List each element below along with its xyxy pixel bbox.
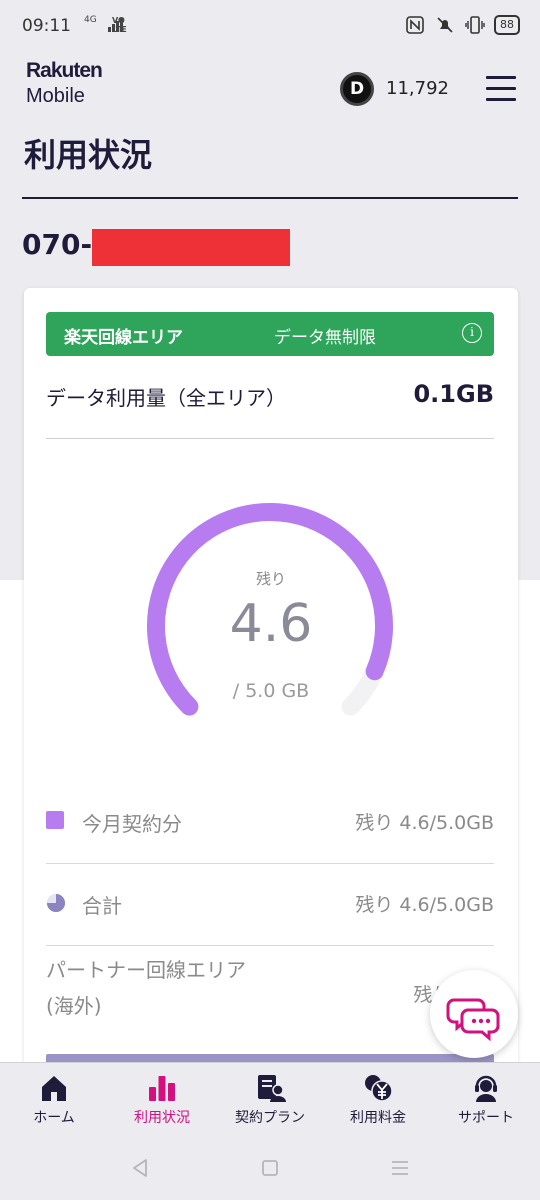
tab-support[interactable]: サポート bbox=[432, 1063, 540, 1134]
hamburger-menu-icon[interactable] bbox=[486, 76, 516, 102]
support-icon bbox=[475, 1075, 497, 1102]
pie-icon bbox=[47, 894, 65, 912]
chat-icon bbox=[446, 998, 500, 1042]
square-icon bbox=[46, 811, 64, 829]
list-item-partner[interactable]: パートナー回線エリア (海外) 残り 2.0/ bbox=[46, 946, 494, 1046]
contract-icon bbox=[258, 1075, 286, 1102]
area-plan: データ無制限 bbox=[274, 328, 376, 348]
row-value: 残り 4.6/5.0GB bbox=[355, 812, 494, 834]
usage-card: 楽天回線エリア データ無制限 i データ利用量（全エリア） 0.1GB 残り 4… bbox=[24, 288, 518, 1088]
gauge-remaining-label: 残り bbox=[255, 570, 286, 588]
network-type: 4G bbox=[84, 15, 97, 25]
gauge-remaining-value: 4.6 bbox=[229, 594, 313, 654]
info-icon[interactable]: i bbox=[462, 323, 482, 343]
logo-mobile[interactable]: Mobile bbox=[26, 85, 85, 108]
phone-number: 070- bbox=[22, 228, 93, 261]
bar-chart-icon bbox=[149, 1076, 175, 1101]
volte-bottom: LTE bbox=[112, 25, 127, 34]
battery-icon: 88 bbox=[494, 15, 520, 35]
tab-label: 利用状況 bbox=[134, 1110, 190, 1126]
nfc-icon bbox=[404, 14, 426, 36]
redacted-phone-digits bbox=[92, 229, 290, 266]
chat-button[interactable] bbox=[430, 970, 518, 1058]
tab-label: ホーム bbox=[33, 1110, 75, 1126]
list-item-monthly[interactable]: 今月契約分 残り 4.6/5.0GB bbox=[46, 782, 494, 864]
gauge-total: / 5.0 GB bbox=[232, 680, 310, 702]
volte-top: VO bbox=[112, 16, 125, 25]
row-label-line2: (海外) bbox=[46, 994, 102, 1018]
volte-indicator: VO LTE bbox=[112, 16, 127, 34]
row-label-line1: パートナー回線エリア bbox=[46, 958, 246, 982]
mute-icon bbox=[434, 14, 456, 36]
status-time: 09:11 bbox=[22, 16, 71, 36]
recents-icon[interactable] bbox=[388, 1156, 412, 1180]
row-label: 今月契約分 bbox=[82, 812, 182, 836]
fee-icon bbox=[365, 1075, 393, 1102]
points-value[interactable]: 11,792 bbox=[386, 78, 449, 99]
tab-label: サポート bbox=[458, 1110, 514, 1126]
tab-label: 利用料金 bbox=[350, 1110, 406, 1126]
usage-divider bbox=[46, 438, 494, 439]
app-header: Rakuten Mobile D 11,792 bbox=[0, 52, 540, 124]
system-nav-bar bbox=[0, 1134, 540, 1200]
row-value: 残り 4.6/5.0GB bbox=[355, 894, 494, 916]
row-label: パートナー回線エリア (海外) bbox=[46, 952, 246, 1024]
tab-home[interactable]: ホーム bbox=[0, 1063, 108, 1134]
points-icon[interactable]: D bbox=[340, 72, 374, 106]
home-icon bbox=[42, 1076, 66, 1101]
usage-value: 0.1GB bbox=[413, 380, 494, 408]
row-label: 合計 bbox=[82, 894, 122, 918]
list-item-total[interactable]: 合計 残り 4.6/5.0GB bbox=[46, 864, 494, 946]
area-name: 楽天回線エリア bbox=[64, 328, 183, 348]
tab-fees[interactable]: 利用料金 bbox=[324, 1063, 432, 1134]
page-title: 利用状況 bbox=[24, 136, 153, 174]
title-divider bbox=[22, 197, 518, 199]
back-icon[interactable] bbox=[128, 1156, 152, 1180]
area-banner: 楽天回線エリア データ無制限 i bbox=[46, 312, 494, 356]
bottom-tab-bar: ホーム 利用状況 契約プラン 利用料金 サポート bbox=[0, 1062, 540, 1134]
tab-contract[interactable]: 契約プラン bbox=[216, 1063, 324, 1134]
home-button-icon[interactable] bbox=[258, 1156, 282, 1180]
status-bar: 09:11 4G VO LTE 88 bbox=[0, 0, 540, 52]
tab-usage[interactable]: 利用状況 bbox=[108, 1063, 216, 1134]
logo-rakuten[interactable]: Rakuten bbox=[26, 59, 103, 83]
usage-label: データ利用量（全エリア） bbox=[46, 386, 286, 410]
vibrate-icon bbox=[464, 14, 486, 36]
tab-label: 契約プラン bbox=[235, 1110, 305, 1126]
